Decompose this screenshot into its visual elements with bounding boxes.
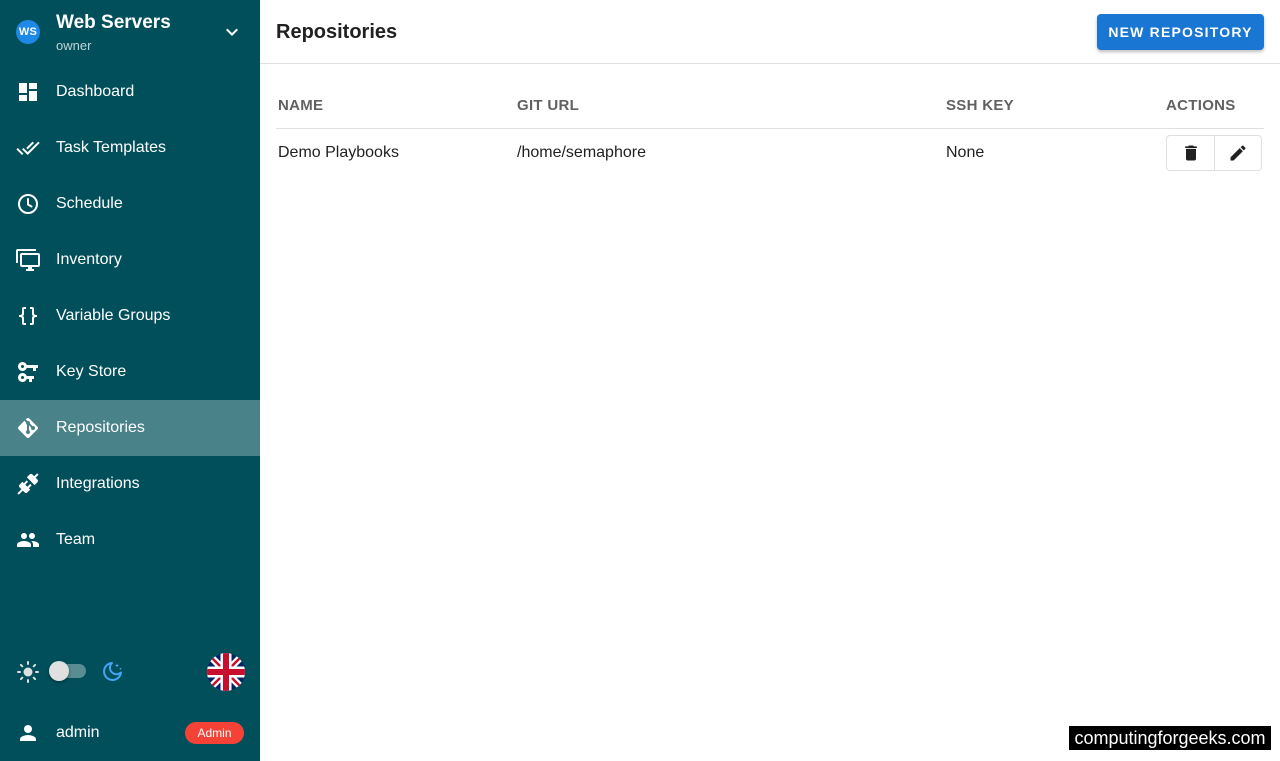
watermark: computingforgeeks.com	[1069, 726, 1271, 750]
new-repository-button[interactable]: NEW REPOSITORY	[1097, 14, 1264, 50]
project-selector[interactable]: WS Web Servers owner	[0, 0, 260, 64]
repository-ssh-key: None	[946, 144, 985, 161]
sidebar-item-label: Dashboard	[56, 83, 135, 100]
sidebar-item-variable-groups[interactable]: Variable Groups	[0, 288, 260, 344]
monitor-multiple-icon	[16, 249, 40, 271]
column-header-name[interactable]: NAME	[278, 97, 323, 114]
sidebar-item-label: Inventory	[56, 251, 122, 268]
project-avatar: WS	[16, 20, 40, 44]
uk-flag-icon[interactable]	[207, 653, 245, 691]
sidebar-item-label: Schedule	[56, 195, 123, 212]
edit-button[interactable]	[1214, 136, 1261, 170]
connection-icon	[17, 473, 39, 495]
project-role: owner	[56, 38, 92, 53]
sidebar-item-integrations[interactable]: Integrations	[0, 456, 260, 512]
sidebar-item-dashboard[interactable]: Dashboard	[0, 64, 260, 120]
row-actions	[1166, 135, 1262, 171]
account-icon	[20, 725, 36, 741]
sidebar-item-label: Variable Groups	[56, 307, 171, 324]
user-menu[interactable]: admin Admin	[0, 710, 260, 756]
sidebar-item-schedule[interactable]: Schedule	[0, 176, 260, 232]
sun-icon	[17, 661, 39, 683]
sidebar-item-key-store[interactable]: Key Store	[0, 344, 260, 400]
sidebar-item-label: Repositories	[56, 419, 145, 436]
column-header-actions: ACTIONS	[1166, 97, 1236, 114]
key-change-icon	[17, 362, 38, 382]
sidebar-item-label: Integrations	[56, 475, 140, 492]
account-multiple-icon	[17, 533, 39, 547]
trash-icon	[1184, 145, 1197, 161]
dashboard-icon	[19, 83, 37, 101]
sidebar-item-label: Task Templates	[56, 139, 166, 156]
main-content: Repositories NEW REPOSITORY NAME GIT URL…	[260, 0, 1280, 761]
sidebar-item-inventory[interactable]: Inventory	[0, 232, 260, 288]
repository-git-url: /home/semaphore	[517, 144, 646, 161]
dark-mode-toggle-knob[interactable]	[49, 661, 69, 681]
column-header-ssh-key[interactable]: SSH KEY	[946, 97, 1014, 114]
column-header-git-url[interactable]: GIT URL	[517, 97, 579, 114]
chevron-down-icon[interactable]	[220, 20, 244, 44]
delete-button[interactable]	[1167, 136, 1214, 170]
admin-badge: Admin	[185, 722, 244, 744]
done-all-icon	[16, 141, 40, 155]
clock-icon	[18, 194, 38, 214]
repository-name: Demo Playbooks	[278, 144, 399, 161]
page-toolbar: Repositories NEW REPOSITORY	[260, 0, 1280, 64]
sidebar-item-label: Team	[56, 531, 96, 548]
git-icon	[18, 418, 38, 438]
project-name: Web Servers	[56, 12, 171, 33]
table-row: Demo Playbooks /home/semaphore None	[276, 129, 1264, 177]
theme-switcher	[0, 650, 260, 694]
sidebar-item-task-templates[interactable]: Task Templates	[0, 120, 260, 176]
user-name: admin	[56, 724, 100, 741]
sidebar-nav: Dashboard Task Templates Schedule Invent…	[0, 64, 260, 568]
pencil-icon	[1230, 145, 1246, 161]
moon-icon	[103, 662, 122, 681]
page-title: Repositories	[276, 21, 398, 43]
sidebar-item-team[interactable]: Team	[0, 512, 260, 568]
sidebar-item-label: Key Store	[56, 363, 127, 380]
sidebar-item-repositories[interactable]: Repositories	[0, 400, 260, 456]
code-braces-icon	[19, 307, 37, 325]
sidebar: WS Web Servers owner Dashboard Task Temp…	[0, 0, 260, 761]
